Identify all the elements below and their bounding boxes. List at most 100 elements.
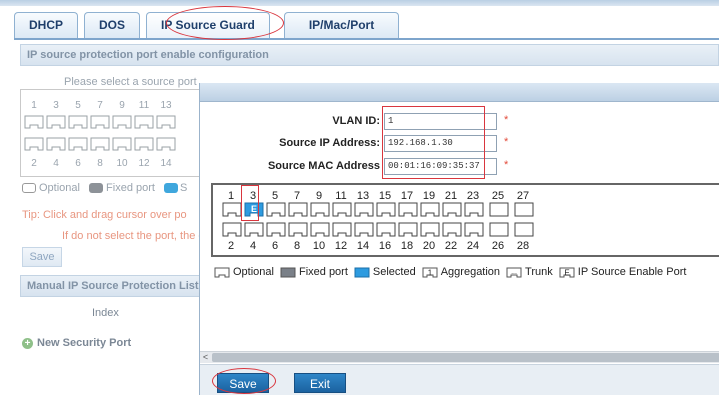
port-20[interactable] [420, 222, 440, 237]
port-26[interactable] [489, 222, 509, 237]
port-17[interactable] [398, 202, 418, 217]
port-1[interactable] [222, 202, 242, 217]
source-mac-input[interactable]: 00:01:16:09:35:37 [384, 158, 497, 175]
background-save-button[interactable]: Save [22, 247, 62, 267]
source-ip-label: Source IP Address: [279, 137, 380, 149]
port-13[interactable] [354, 202, 374, 217]
mac-required-mark: * [504, 159, 509, 171]
port-number-7: 7 [294, 190, 300, 202]
bg-port-5[interactable] [68, 115, 88, 129]
port-number-23: 23 [467, 190, 479, 202]
bg-port-3[interactable] [46, 115, 66, 129]
new-security-port-link[interactable]: + New Security Port [22, 337, 131, 349]
port-number-3: 3 [250, 190, 256, 202]
port-22[interactable] [442, 222, 462, 237]
port-number-15: 15 [379, 190, 391, 202]
port-number-2: 2 [228, 240, 234, 252]
bg-port-10[interactable] [112, 137, 132, 151]
port-23[interactable] [464, 202, 484, 217]
port-9[interactable] [310, 202, 330, 217]
legend-selected-text: Selected [372, 265, 416, 278]
port-4[interactable] [244, 222, 264, 237]
bg-port-2[interactable] [24, 137, 44, 151]
scrollbar-thumb[interactable] [212, 353, 719, 362]
port-19[interactable] [420, 202, 440, 217]
vlan-id-input[interactable]: 1 [384, 113, 497, 130]
port-number-28: 28 [517, 240, 529, 252]
port-number-26: 26 [492, 240, 504, 252]
trunk-mark: ... [511, 269, 517, 276]
port-3[interactable]: E [244, 202, 264, 217]
bg-port-8[interactable] [90, 137, 110, 151]
ip-source-letter: E [564, 269, 569, 278]
port-11[interactable] [332, 202, 352, 217]
fixed-port-icon [280, 267, 296, 278]
port-8[interactable] [288, 222, 308, 237]
port-number-14: 14 [357, 240, 369, 252]
port-number-6: 6 [272, 240, 278, 252]
legend-fixed-port: Fixed port [280, 265, 348, 278]
port-number-27: 27 [517, 190, 529, 202]
port-5[interactable] [266, 202, 286, 217]
port-number-16: 16 [379, 240, 391, 252]
optional-port-icon [214, 267, 230, 278]
horizontal-scrollbar[interactable]: < [200, 351, 719, 363]
tab-dhcp[interactable]: DHCP [14, 12, 79, 38]
top-banner-strip [0, 0, 719, 6]
bg-port-1[interactable] [24, 115, 44, 129]
port-21[interactable] [442, 202, 462, 217]
exit-button[interactable]: Exit [294, 373, 346, 393]
section-title-port-enable: IP source protection port enable configu… [20, 44, 719, 66]
port-15[interactable] [376, 202, 396, 217]
port-14[interactable] [354, 222, 374, 237]
bg-port-12[interactable] [134, 137, 154, 151]
port-grid: 1 3E5 7 9 11 13 15 17 19 21 23 25 272 4 6 8 10 12 14 16 18 20… [222, 190, 534, 252]
legend-ip-source-text: IP Source Enable Port [577, 265, 687, 278]
bg-port-13[interactable] [156, 115, 176, 129]
port-number-25: 25 [492, 190, 504, 202]
save-button[interactable]: Save [217, 373, 269, 393]
port-27[interactable] [514, 202, 534, 217]
legend-selected: Selected [354, 265, 416, 278]
tab-underline [14, 38, 719, 40]
bg-port-7[interactable] [90, 115, 110, 129]
bg-port-14[interactable] [156, 137, 176, 151]
tab-ip-source-guard[interactable]: IP Source Guard [146, 12, 270, 38]
port-7[interactable] [288, 202, 308, 217]
port-number-10: 10 [313, 240, 325, 252]
source-ip-input[interactable]: 192.168.1.30 [384, 135, 497, 152]
bg-port-number-8: 8 [97, 158, 103, 169]
bg-port-number-7: 7 [97, 100, 103, 111]
port-6[interactable] [266, 222, 286, 237]
port-18[interactable] [398, 222, 418, 237]
legend-ip-source-enable: E IP Source Enable Port [559, 265, 687, 278]
bg-port-6[interactable] [68, 137, 88, 151]
port-number-24: 24 [467, 240, 479, 252]
legend-fixed-text: Fixed port [298, 265, 348, 278]
bg-port-11[interactable] [134, 115, 154, 129]
port-number-1: 1 [228, 190, 234, 202]
bg-port-4[interactable] [46, 137, 66, 151]
bg-port-number-12: 12 [138, 158, 150, 169]
port-24[interactable] [464, 222, 484, 237]
source-mac-label: Source MAC Address [267, 160, 380, 172]
port-selection-panel: 1 3 E 5 7 9 11 13 15 17 19 21 23 25 27 2 4 6 8 10 12 14 16 18 20… [211, 183, 719, 257]
ip-required-mark: * [504, 136, 509, 148]
port-25[interactable] [489, 202, 509, 217]
tab-dos[interactable]: DOS [84, 12, 141, 38]
port-legend: Optional Fixed port Selected 1 Aggregati… [214, 265, 692, 278]
scroll-left-icon[interactable]: < [200, 352, 211, 363]
port-number-21: 21 [445, 190, 457, 202]
port-2[interactable] [222, 222, 242, 237]
trunk-port-icon: ... [506, 267, 522, 278]
port-16[interactable] [376, 222, 396, 237]
bg-port-9[interactable] [112, 115, 132, 129]
tab-ip-mac-port[interactable]: IP/Mac/Port [283, 12, 400, 38]
background-legend-optional: Optional Fixed port S [22, 182, 187, 194]
background-port-grid: 1 3 5 7 9 11 132 4 6 8 10 12 14 [24, 100, 176, 169]
legend-selected-label: S [180, 182, 188, 194]
port-10[interactable] [310, 222, 330, 237]
port-12[interactable] [332, 222, 352, 237]
port-28[interactable] [514, 222, 534, 237]
legend-optional-label: Optional [39, 182, 80, 194]
